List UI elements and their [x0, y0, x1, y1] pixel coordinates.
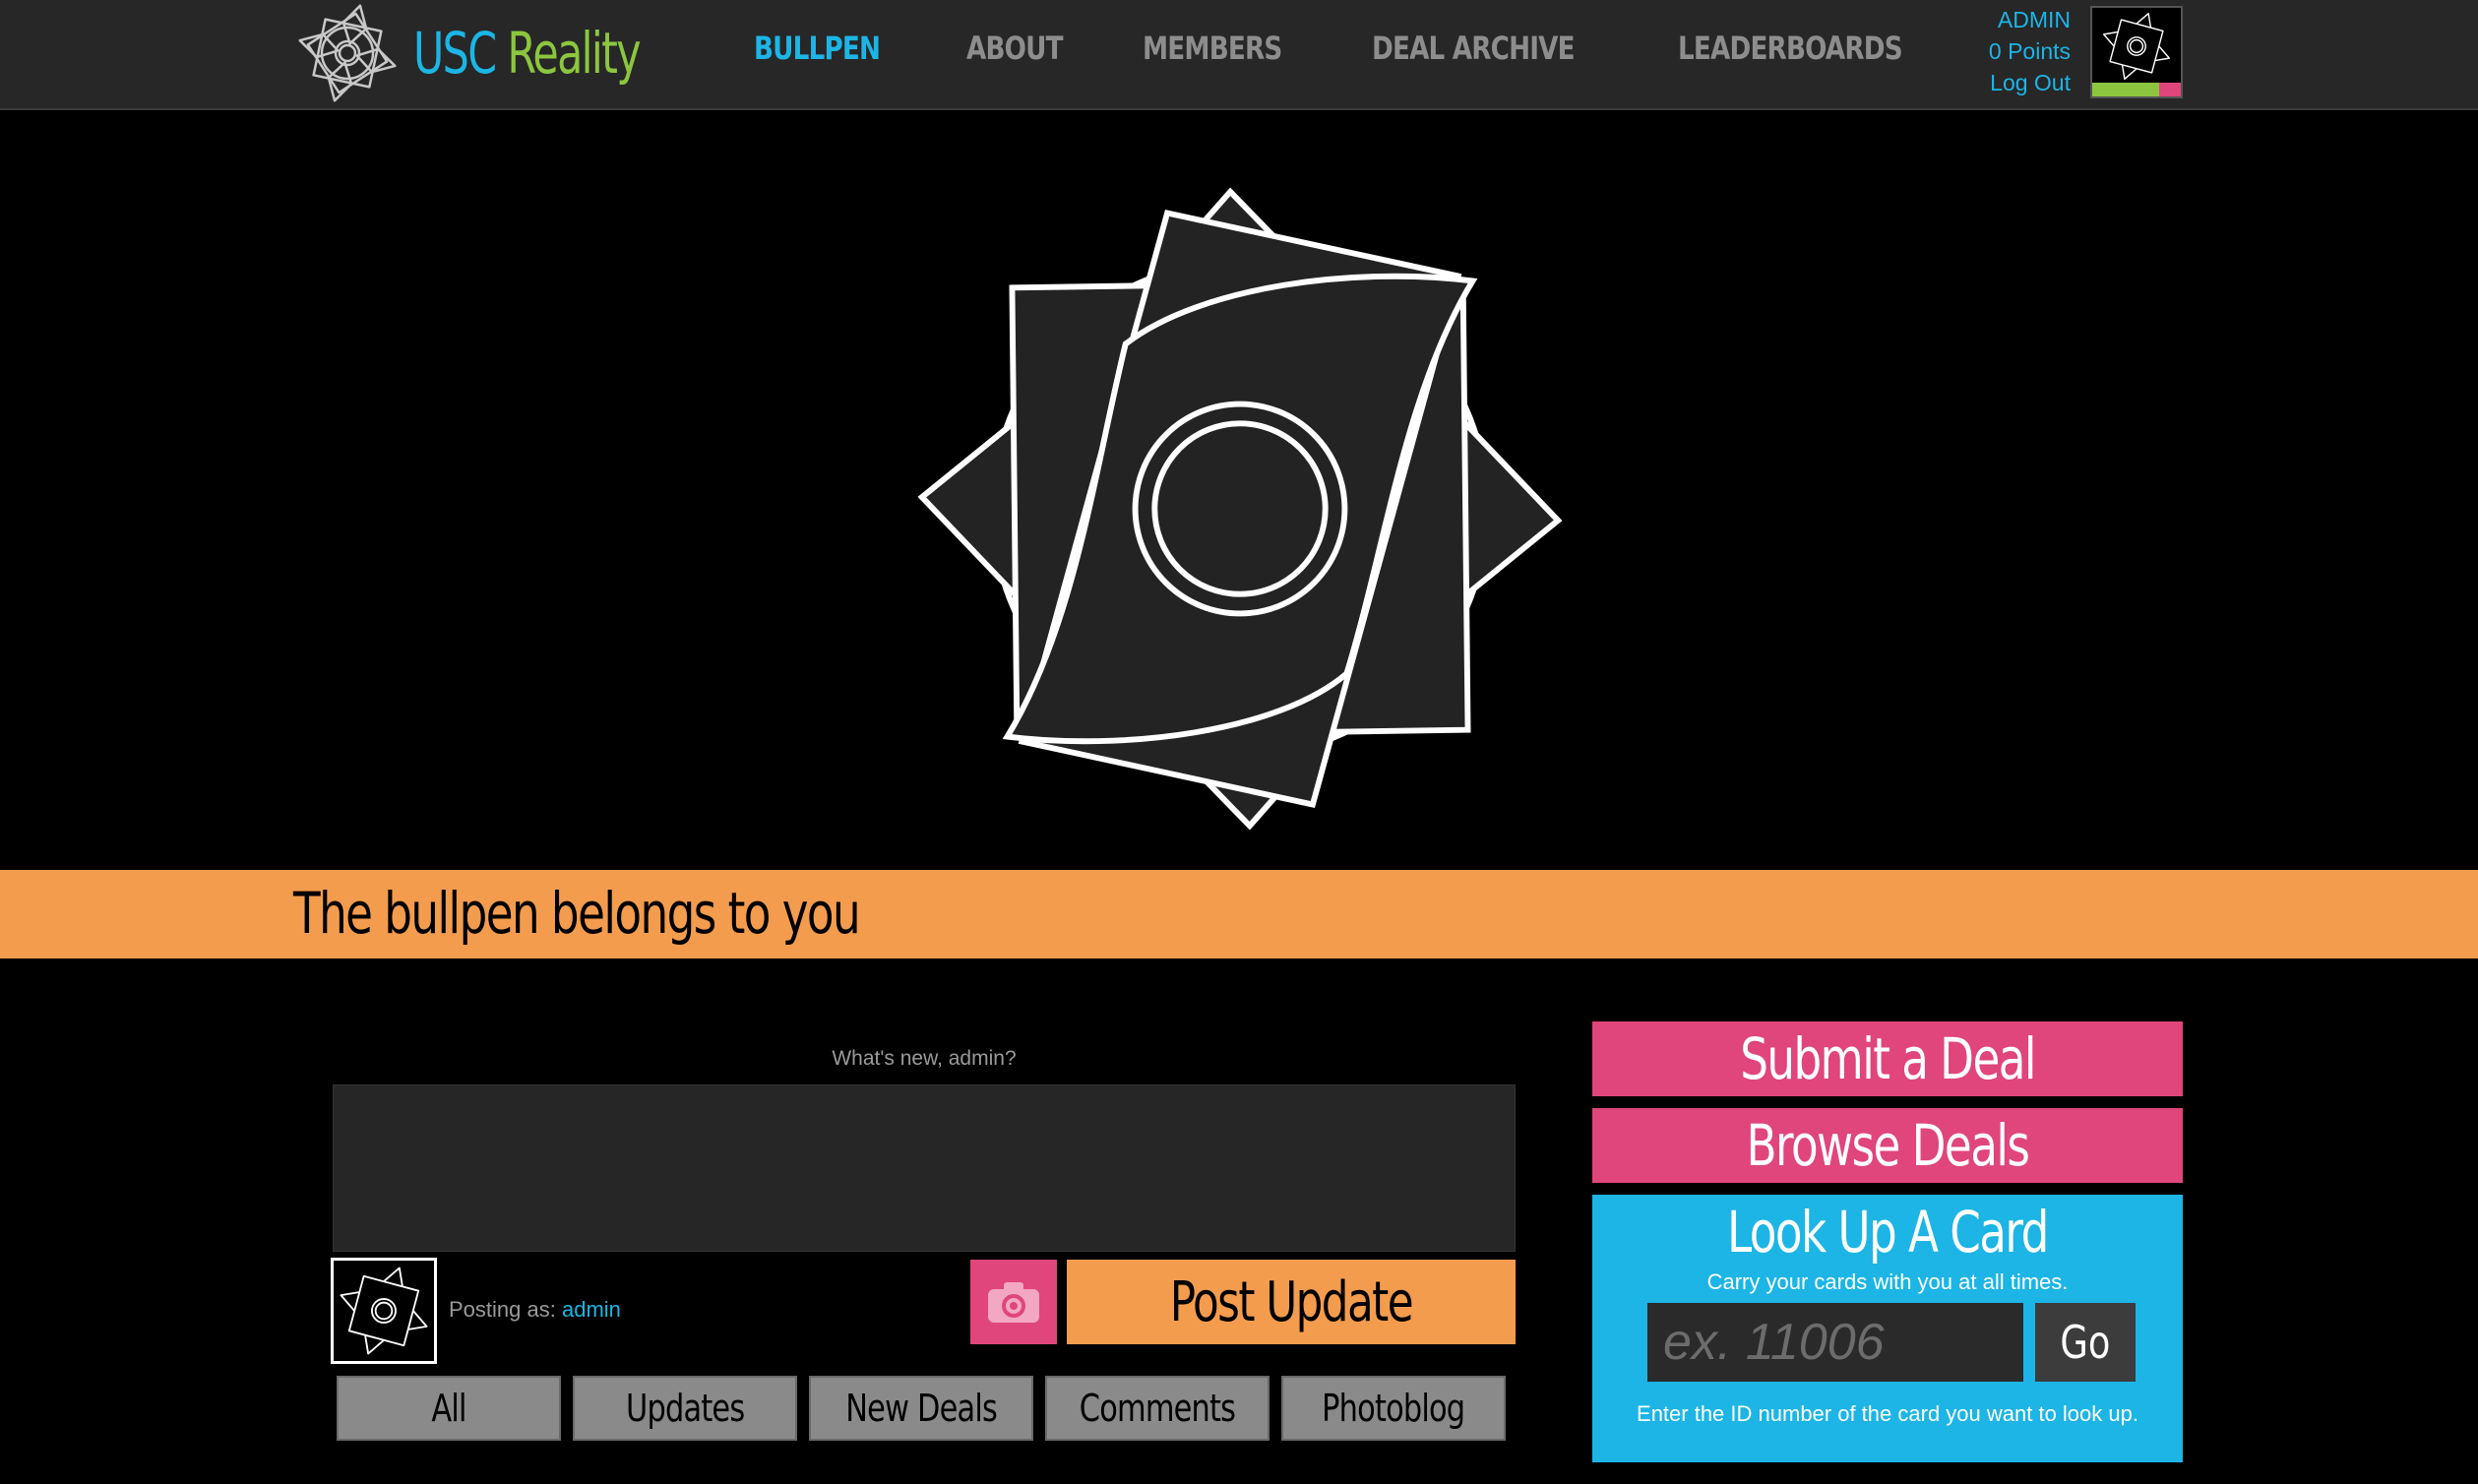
browse-deals-label: Browse Deals: [1746, 1112, 2030, 1179]
page-banner: The bullpen belongs to you: [0, 870, 2478, 958]
logo-emblem-icon: [298, 4, 397, 102]
filter-tab-updates[interactable]: Updates: [573, 1376, 797, 1441]
nav-leaderboards[interactable]: LEADERBOARDS: [1678, 30, 1903, 67]
card-id-input[interactable]: [1647, 1303, 2023, 1382]
filter-tab-label: All: [431, 1387, 466, 1430]
card-lookup-title: Look Up A Card: [1592, 1199, 2183, 1266]
camera-icon: [988, 1282, 1039, 1323]
card-lookup-go-button[interactable]: Go: [2035, 1303, 2136, 1382]
composer-prompt: What's new, admin?: [832, 1047, 1017, 1070]
poster-avatar[interactable]: [331, 1258, 437, 1364]
site-logo[interactable]: USC Reality: [293, 0, 689, 106]
filter-tab-photoblog[interactable]: Photoblog: [1281, 1376, 1506, 1441]
nav-deal-archive[interactable]: DEAL ARCHIVE: [1372, 30, 1576, 67]
page-title: The bullpen belongs to you: [293, 880, 861, 947]
logout-link[interactable]: Log Out: [1989, 67, 2071, 98]
user-points[interactable]: 0 Points: [1989, 35, 2071, 67]
posting-as-user-link[interactable]: admin: [562, 1297, 621, 1322]
user-name-link[interactable]: ADMIN: [1989, 4, 2071, 35]
nav-bullpen[interactable]: BULLPEN: [754, 30, 881, 67]
avatar-emblem-icon: [2102, 12, 2171, 81]
avatar-progress-bar: [2092, 83, 2181, 96]
filter-tab-comments[interactable]: Comments: [1045, 1376, 1270, 1441]
post-update-button[interactable]: Post Update: [1067, 1260, 1516, 1344]
activity-filter-tabs: All Updates New Deals Comments Photoblog: [337, 1376, 1518, 1441]
card-lookup-help: Enter the ID number of the card you want…: [1637, 1401, 2138, 1426]
nav-members[interactable]: MEMBERS: [1143, 30, 1282, 67]
site-name-reality: Reality: [507, 20, 641, 87]
posting-as: Posting as: admin: [449, 1297, 621, 1323]
hero-emblem-icon: [917, 187, 1563, 831]
card-lookup-panel: Look Up A Card Carry your cards with you…: [1592, 1195, 2183, 1462]
filter-tab-all[interactable]: All: [337, 1376, 561, 1441]
add-photo-button[interactable]: [970, 1260, 1057, 1344]
main-nav: BULLPEN ABOUT MEMBERS DEAL ARCHIVE LEADE…: [754, 30, 2011, 67]
card-lookup-subtitle: Carry your cards with you at all times.: [1706, 1269, 2069, 1294]
post-update-label: Post Update: [1169, 1269, 1414, 1334]
filter-tab-label: Updates: [625, 1387, 745, 1430]
filter-tab-label: Photoblog: [1322, 1387, 1465, 1430]
site-name: USC Reality: [413, 20, 642, 87]
posting-as-label: Posting as:: [449, 1297, 556, 1322]
status-update-textarea[interactable]: [333, 1084, 1516, 1252]
poster-emblem-icon: [340, 1267, 428, 1355]
user-avatar[interactable]: [2090, 6, 2183, 98]
submit-deal-label: Submit a Deal: [1740, 1025, 2036, 1092]
card-lookup-title-text: Look Up A Card: [1727, 1199, 2049, 1266]
nav-about[interactable]: ABOUT: [966, 30, 1064, 67]
site-name-usc: USC: [413, 20, 497, 87]
filter-tab-label: New Deals: [845, 1387, 998, 1430]
go-label: Go: [2060, 1316, 2111, 1369]
filter-tab-new-deals[interactable]: New Deals: [809, 1376, 1033, 1441]
user-menu: ADMIN 0 Points Log Out: [1989, 4, 2071, 98]
filter-tab-label: Comments: [1079, 1387, 1236, 1430]
browse-deals-button[interactable]: Browse Deals: [1592, 1108, 2183, 1183]
submit-deal-button[interactable]: Submit a Deal: [1592, 1021, 2183, 1096]
top-header: USC Reality BULLPEN ABOUT MEMBERS DEAL A…: [0, 0, 2478, 110]
hero-area: [0, 110, 2478, 870]
